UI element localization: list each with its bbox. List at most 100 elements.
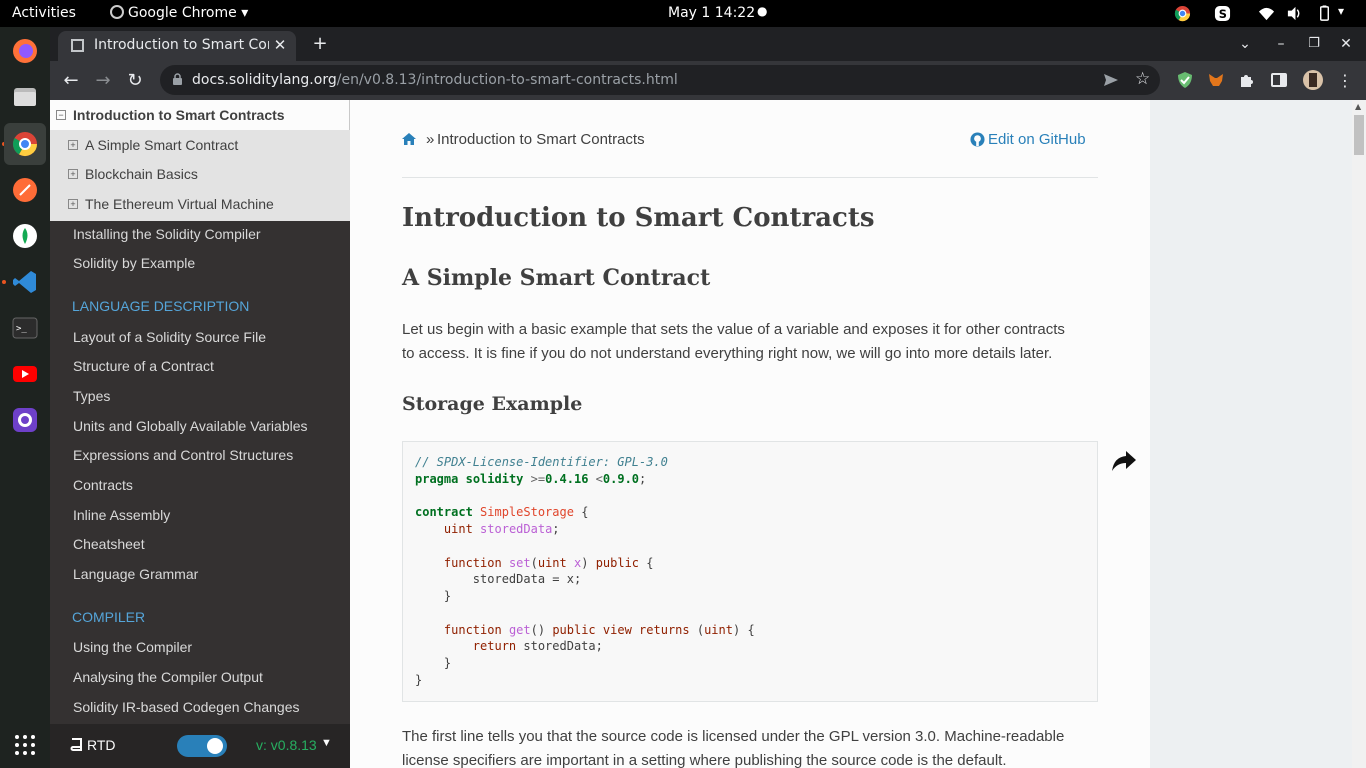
code-func-name: set xyxy=(508,556,531,570)
code-type: uint xyxy=(537,556,567,570)
toc-link[interactable]: Contracts xyxy=(73,477,133,493)
page-scrollbar[interactable]: ▲ xyxy=(1352,100,1366,768)
new-tab-button[interactable]: + xyxy=(307,32,333,56)
back-arrow-icon[interactable]: ← xyxy=(58,68,84,94)
profile-avatar[interactable] xyxy=(1302,69,1324,91)
reload-icon[interactable]: ↻ xyxy=(122,68,148,94)
bookmark-star-icon[interactable]: ☆ xyxy=(1135,69,1150,89)
code-comment: // SPDX-License-Identifier: GPL-3.0 xyxy=(415,455,668,469)
code-statement: storedData = x; xyxy=(472,572,582,586)
code-line-close: } xyxy=(415,673,422,687)
postman-icon[interactable] xyxy=(12,177,38,203)
toc-link[interactable]: Analysing the Compiler Output xyxy=(73,669,263,685)
scroll-up-arrow-icon[interactable]: ▲ xyxy=(1355,102,1361,111)
toc-link[interactable]: Units and Globally Available Variables xyxy=(73,418,308,434)
toc-link[interactable]: Types xyxy=(73,388,110,404)
caret-down-icon: ▾ xyxy=(241,5,249,21)
mongodb-compass-icon[interactable] xyxy=(12,223,38,249)
code-line-contract: contract SimpleStorage { xyxy=(415,505,588,519)
battery-icon[interactable] xyxy=(1316,5,1333,22)
version-caret-icon[interactable]: ▼ xyxy=(321,737,332,749)
volume-icon[interactable] xyxy=(1286,5,1303,22)
version-selector[interactable]: v: v0.8.13 xyxy=(256,737,317,753)
page-title: Introduction to Smart Contracts xyxy=(402,203,875,233)
code-class-name: SimpleStorage xyxy=(480,505,574,519)
code-var: storedData xyxy=(480,522,553,536)
minimize-window-icon[interactable]: – xyxy=(1268,32,1294,56)
code-punct: ; xyxy=(552,522,560,536)
browser-toolbar: ← → ↻ docs.soliditylang.org/en/v0.8.13/i… xyxy=(50,61,1366,100)
code-block[interactable]: // SPDX-License-Identifier: GPL-3.0 prag… xyxy=(402,441,1098,702)
code-punct: { xyxy=(740,623,755,637)
toc-current-item[interactable]: − Introduction to Smart Contracts xyxy=(50,100,350,130)
system-menu-caret-icon[interactable]: ▾ xyxy=(1338,4,1344,18)
breadcrumb-separator: » xyxy=(426,131,435,148)
expand-plus-icon[interactable]: + xyxy=(68,169,78,179)
youtube-icon[interactable] xyxy=(12,361,38,387)
chrome-icon[interactable] xyxy=(12,131,38,157)
code-keyword: contract xyxy=(415,505,473,519)
code-modifier: public xyxy=(595,556,640,570)
more-menu-icon[interactable]: ⋮ xyxy=(1332,68,1358,94)
toc-subitem[interactable]: Blockchain Basics xyxy=(85,166,198,182)
github-icon[interactable] xyxy=(970,132,985,147)
toc-link[interactable]: Expressions and Control Structures xyxy=(73,447,293,463)
toc-link[interactable]: Installing the Solidity Compiler xyxy=(73,226,261,242)
files-icon[interactable] xyxy=(12,84,38,110)
maximize-window-icon[interactable]: ❐ xyxy=(1301,32,1327,56)
toc-link[interactable]: Cheatsheet xyxy=(73,536,145,552)
adguard-icon[interactable] xyxy=(1176,71,1194,89)
body-paragraph-line: The first line tells you that the source… xyxy=(402,728,1065,745)
skype-icon[interactable]: S xyxy=(1214,5,1231,22)
expand-plus-icon[interactable]: + xyxy=(68,140,78,150)
url-text: docs.soliditylang.org/en/v0.8.13/introdu… xyxy=(192,72,678,88)
forward-arrow-icon[interactable]: → xyxy=(90,68,116,94)
metamask-icon[interactable] xyxy=(1207,71,1225,89)
send-icon[interactable] xyxy=(1103,73,1119,87)
show-apps-grid-icon[interactable] xyxy=(12,732,38,758)
toc-link[interactable]: Solidity IR-based Codegen Changes xyxy=(73,699,299,715)
firefox-icon[interactable] xyxy=(12,38,38,64)
theme-toggle-switch[interactable] xyxy=(177,735,227,757)
toc-current-label: Introduction to Smart Contracts xyxy=(73,107,285,123)
browser-tab[interactable]: Introduction to Smart Contracts ✕ xyxy=(58,31,296,61)
toc-link[interactable]: Layout of a Solidity Source File xyxy=(73,329,266,345)
extensions-puzzle-icon[interactable] xyxy=(1238,71,1256,89)
chrome-tray-icon[interactable] xyxy=(1174,5,1191,22)
svg-text:>_: >_ xyxy=(16,324,27,334)
toc-link[interactable]: Language Grammar xyxy=(73,566,198,582)
activities-button[interactable]: Activities xyxy=(12,5,76,21)
rtd-version-bar[interactable]: RTD v: v0.8.13 ▼ xyxy=(50,724,350,768)
expand-plus-icon[interactable]: + xyxy=(68,199,78,209)
toc-subitem[interactable]: The Ethereum Virtual Machine xyxy=(85,196,274,212)
close-tab-icon[interactable]: ✕ xyxy=(270,35,290,55)
app-menu[interactable]: Google Chrome ▾ xyxy=(110,5,248,21)
address-bar[interactable]: docs.soliditylang.org/en/v0.8.13/introdu… xyxy=(160,65,1160,95)
wifi-icon[interactable] xyxy=(1258,5,1275,22)
vscode-icon[interactable] xyxy=(12,269,38,295)
code-type: uint xyxy=(443,522,473,536)
toc-subitem[interactable]: A Simple Smart Contract xyxy=(85,137,238,153)
toc-link[interactable]: Structure of a Contract xyxy=(73,358,214,374)
terminal-icon[interactable]: >_ xyxy=(12,315,38,341)
edit-on-github-link[interactable]: Edit on GitHub xyxy=(988,131,1086,148)
toc-link[interactable]: Solidity by Example xyxy=(73,255,195,271)
toc-link[interactable]: Inline Assembly xyxy=(73,507,170,523)
tab-search-chevron-icon[interactable]: ⌄ xyxy=(1232,32,1258,56)
notification-dot-icon: ● xyxy=(757,4,768,18)
github-desktop-icon[interactable] xyxy=(12,407,38,433)
scrollbar-thumb[interactable] xyxy=(1354,115,1364,155)
breadcrumb-current: Introduction to Smart Contracts xyxy=(437,131,645,148)
code-keyword: returns xyxy=(639,623,690,637)
clock[interactable]: May 1 14:22 xyxy=(668,5,755,21)
code-punct: { xyxy=(581,505,589,519)
side-panel-icon[interactable] xyxy=(1270,71,1288,89)
close-window-icon[interactable]: ✕ xyxy=(1333,32,1359,56)
home-icon[interactable] xyxy=(402,133,416,145)
share-arrow-icon[interactable] xyxy=(1111,450,1137,472)
collapse-minus-icon[interactable]: − xyxy=(56,110,66,120)
lock-icon[interactable] xyxy=(172,73,183,86)
code-version: 0.4.16 xyxy=(545,472,589,486)
system-top-bar: Activities Google Chrome ▾ May 1 14:22 ●… xyxy=(0,0,1366,27)
toc-link[interactable]: Using the Compiler xyxy=(73,639,192,655)
